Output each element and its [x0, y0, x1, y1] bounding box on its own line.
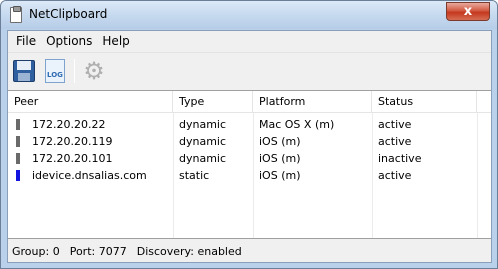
- save-icon[interactable]: [11, 58, 37, 84]
- status-group: Group: 0: [12, 245, 60, 258]
- peer-status-marker-icon: [16, 153, 20, 164]
- window-title: NetClipboard: [29, 7, 108, 21]
- client-area: File Options Help LOG ⚙ Peer Type Platfo…: [7, 30, 492, 263]
- status-cell: active: [378, 118, 412, 131]
- column-header-type[interactable]: Type: [173, 91, 253, 113]
- status-discovery: Discovery: enabled: [136, 245, 242, 258]
- clipboard-icon: [10, 6, 22, 23]
- type-cell: dynamic: [179, 118, 227, 131]
- status-bar: Group: 0 Port: 7077 Discovery: enabled: [8, 242, 491, 262]
- status-cell: active: [378, 169, 412, 182]
- peer-address: idevice.dnsalias.com: [32, 169, 147, 182]
- peer-cell: idevice.dnsalias.com: [8, 167, 173, 184]
- status-cell: active: [378, 135, 412, 148]
- column-header-peer[interactable]: Peer: [8, 91, 173, 113]
- menu-file[interactable]: File: [8, 31, 41, 51]
- menu-options[interactable]: Options: [41, 31, 97, 51]
- close-button[interactable]: x: [446, 2, 490, 21]
- platform-cell: iOS (m): [259, 152, 301, 165]
- platform-cell: iOS (m): [259, 135, 301, 148]
- status-port: Port: 7077: [69, 245, 127, 258]
- peer-cell: 172.20.20.22: [8, 116, 173, 133]
- peer-table: Peer Type Platform Status 172.20.20.22 dy…: [8, 90, 491, 239]
- menu-bar: File Options Help: [8, 31, 491, 51]
- table-row[interactable]: idevice.dnsalias.com static iOS (m) active: [8, 167, 491, 184]
- gear-icon: ⚙: [83, 57, 105, 85]
- platform-cell: iOS (m): [259, 169, 301, 182]
- type-cell: dynamic: [179, 135, 227, 148]
- peer-status-marker-icon: [16, 170, 20, 181]
- table-row[interactable]: 172.20.20.101 dynamic iOS (m) inactive: [8, 150, 491, 167]
- column-header-status[interactable]: Status: [372, 91, 477, 113]
- peer-cell: 172.20.20.101: [8, 150, 173, 167]
- peer-status-marker-icon: [16, 119, 20, 130]
- toolbar: LOG ⚙: [8, 52, 491, 88]
- peer-address: 172.20.20.101: [32, 152, 113, 165]
- column-header-platform[interactable]: Platform: [253, 91, 372, 113]
- peer-address: 172.20.20.119: [32, 135, 113, 148]
- platform-cell: Mac OS X (m): [259, 118, 335, 131]
- peer-address: 172.20.20.22: [32, 118, 106, 131]
- toolbar-separator: [74, 59, 75, 83]
- peer-status-marker-icon: [16, 136, 20, 147]
- table-header: Peer Type Platform Status: [8, 91, 491, 113]
- peer-cell: 172.20.20.119: [8, 133, 173, 150]
- log-icon-label: LOG: [47, 71, 63, 79]
- table-row[interactable]: 172.20.20.119 dynamic iOS (m) active: [8, 133, 491, 150]
- type-cell: static: [179, 169, 210, 182]
- type-cell: dynamic: [179, 152, 227, 165]
- table-row[interactable]: 172.20.20.22 dynamic Mac OS X (m) active: [8, 116, 491, 133]
- app-window: NetClipboard x File Options Help LOG ⚙ P…: [0, 0, 498, 269]
- title-bar[interactable]: NetClipboard x: [1, 1, 497, 29]
- status-cell: inactive: [378, 152, 422, 165]
- menu-help[interactable]: Help: [97, 31, 134, 51]
- log-icon[interactable]: LOG: [42, 58, 68, 84]
